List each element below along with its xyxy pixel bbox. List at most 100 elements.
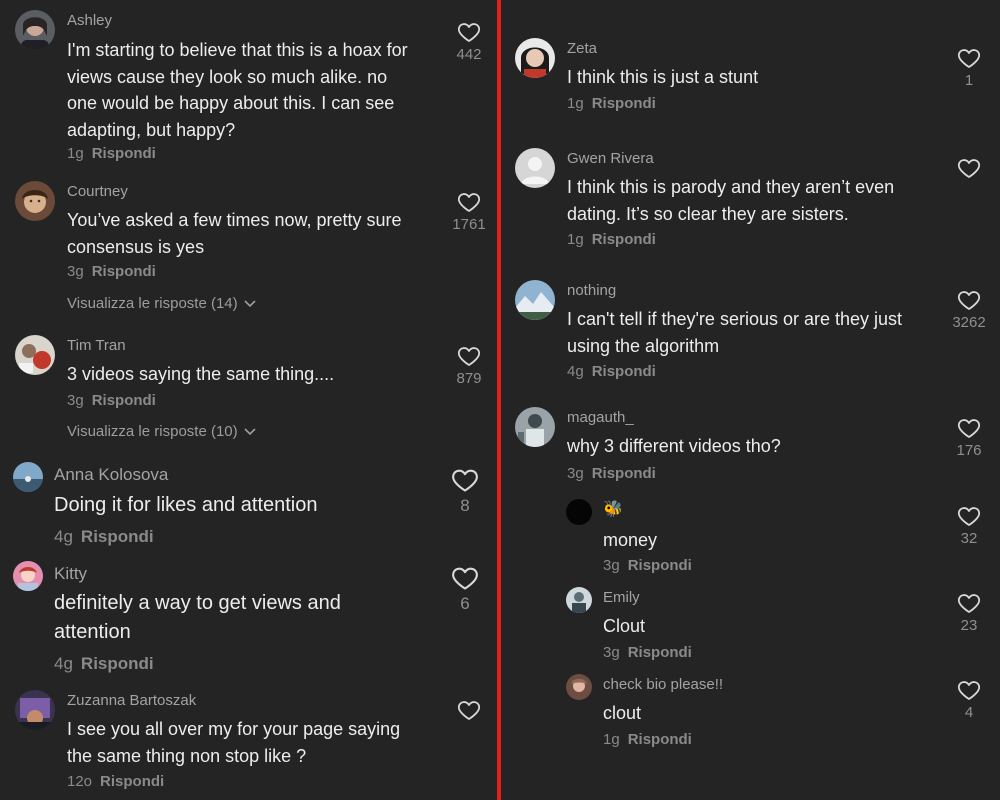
heart-icon: [457, 347, 481, 366]
reply-button[interactable]: Rispondi: [81, 654, 154, 673]
like-button[interactable]: 8: [440, 466, 490, 516]
avatar[interactable]: [515, 148, 555, 188]
comment-age: 12o: [67, 773, 93, 790]
avatar[interactable]: [15, 10, 55, 50]
avatar[interactable]: [15, 690, 55, 730]
like-button[interactable]: 1761: [444, 190, 494, 233]
comment-username[interactable]: Zeta: [567, 40, 597, 57]
view-replies-link[interactable]: Visualizza le risposte (14): [67, 295, 256, 312]
like-count: 879: [456, 370, 482, 387]
heart-icon: [957, 507, 981, 526]
like-button[interactable]: 3262: [944, 288, 994, 331]
reply-button[interactable]: Rispondi: [592, 363, 656, 380]
like-count: 6: [460, 594, 470, 613]
avatar[interactable]: [13, 561, 43, 591]
comment-meta: 1g Rispondi: [67, 145, 156, 162]
left-comments-panel: Ashley I'm starting to believe that this…: [0, 0, 497, 800]
like-count: 4: [964, 704, 974, 721]
comment-text: 3 videos saying the same thing....: [67, 364, 335, 384]
reply-meta: 3g Rispondi: [603, 644, 692, 661]
like-button[interactable]: [444, 698, 494, 722]
reply-button[interactable]: Rispondi: [628, 557, 692, 574]
like-button[interactable]: 879: [444, 344, 494, 387]
comment-age: 3g: [67, 263, 84, 280]
like-button[interactable]: [944, 156, 994, 180]
comment-text: I'm starting to believe that this is a h…: [67, 40, 408, 140]
view-replies-link[interactable]: Visualizza le risposte (10): [67, 423, 256, 440]
avatar[interactable]: [566, 587, 592, 613]
avatar[interactable]: [566, 674, 592, 700]
comment-meta: 4g Rispondi: [54, 527, 154, 547]
reply-button[interactable]: Rispondi: [92, 145, 156, 162]
avatar[interactable]: [566, 499, 592, 525]
heart-icon: [957, 594, 981, 613]
comment-username[interactable]: Courtney: [67, 183, 128, 200]
reply-button[interactable]: Rispondi: [628, 644, 692, 661]
comment-meta: 4g Rispondi: [54, 654, 154, 674]
reply-username[interactable]: check bio please!!: [603, 676, 723, 693]
heart-icon: [457, 701, 481, 720]
comment-username[interactable]: Zuzanna Bartoszak: [67, 692, 196, 709]
reply-button[interactable]: Rispondi: [592, 465, 656, 482]
comment-text: I see you all over my for your page sayi…: [67, 719, 401, 766]
reply-button[interactable]: Rispondi: [92, 392, 156, 409]
like-count: 442: [456, 46, 482, 63]
like-button[interactable]: 32: [944, 504, 994, 547]
comment-username[interactable]: Kitty: [54, 564, 87, 584]
heart-icon: [957, 49, 981, 68]
comment-username[interactable]: nothing: [567, 282, 616, 299]
avatar[interactable]: [15, 335, 55, 375]
reply-button[interactable]: Rispondi: [81, 527, 154, 546]
heart-icon: [457, 193, 481, 212]
avatar[interactable]: [15, 181, 55, 221]
comment-username[interactable]: Gwen Rivera: [567, 150, 654, 167]
like-button[interactable]: 23: [944, 591, 994, 634]
avatar[interactable]: [515, 280, 555, 320]
comment-meta: 3g Rispondi: [67, 392, 156, 409]
like-button[interactable]: 176: [944, 416, 994, 459]
comment-age: 1g: [567, 95, 584, 112]
comment-text: I think this is parody and they aren’t e…: [567, 177, 895, 224]
like-button[interactable]: 6: [440, 564, 490, 614]
reply-age: 3g: [603, 557, 620, 574]
like-count: 1761: [452, 216, 486, 233]
comment-text: definitely a way to get views and attent…: [54, 592, 341, 643]
reply-button[interactable]: Rispondi: [592, 231, 656, 248]
heart-icon: [452, 469, 478, 492]
reply-username[interactable]: Emily: [603, 589, 640, 606]
like-count: 32: [960, 530, 978, 547]
comment-age: 4g: [54, 654, 73, 673]
comment-age: 1g: [567, 231, 584, 248]
reply-text: Clout: [603, 616, 646, 636]
like-button[interactable]: 4: [944, 678, 994, 721]
reply-meta: 3g Rispondi: [603, 557, 692, 574]
comment-username[interactable]: Tim Tran: [67, 337, 126, 354]
reply-button[interactable]: Rispondi: [592, 95, 656, 112]
avatar[interactable]: [515, 407, 555, 447]
comment-text: I can't tell if they're serious or are t…: [567, 309, 903, 356]
like-count: 176: [956, 442, 982, 459]
like-button[interactable]: 1: [944, 46, 994, 89]
reply-button[interactable]: Rispondi: [628, 731, 692, 748]
comment-text: I think this is just a stunt: [567, 67, 759, 87]
like-count: 8: [460, 496, 470, 515]
comment-meta: 3g Rispondi: [67, 263, 156, 280]
reply-username[interactable]: 🐝: [603, 499, 623, 519]
comment-meta: 1g Rispondi: [567, 95, 656, 112]
comment-text: You’ve asked a few times now, pretty sur…: [67, 210, 402, 257]
like-count: 3262: [952, 314, 986, 331]
like-button[interactable]: 442: [444, 20, 494, 63]
heart-icon: [452, 567, 478, 590]
reply-button[interactable]: Rispondi: [100, 773, 164, 790]
comment-text: why 3 different videos tho?: [567, 436, 781, 456]
comment-username[interactable]: Ashley: [67, 12, 112, 29]
heart-icon: [957, 419, 981, 438]
reply-button[interactable]: Rispondi: [92, 263, 156, 280]
comment-username[interactable]: magauth_: [567, 409, 634, 426]
comment-username[interactable]: Anna Kolosova: [54, 465, 168, 485]
panel-divider: [497, 0, 501, 800]
avatar[interactable]: [13, 462, 43, 492]
avatar[interactable]: [515, 38, 555, 78]
chevron-down-icon: [244, 300, 256, 308]
heart-icon: [957, 681, 981, 700]
